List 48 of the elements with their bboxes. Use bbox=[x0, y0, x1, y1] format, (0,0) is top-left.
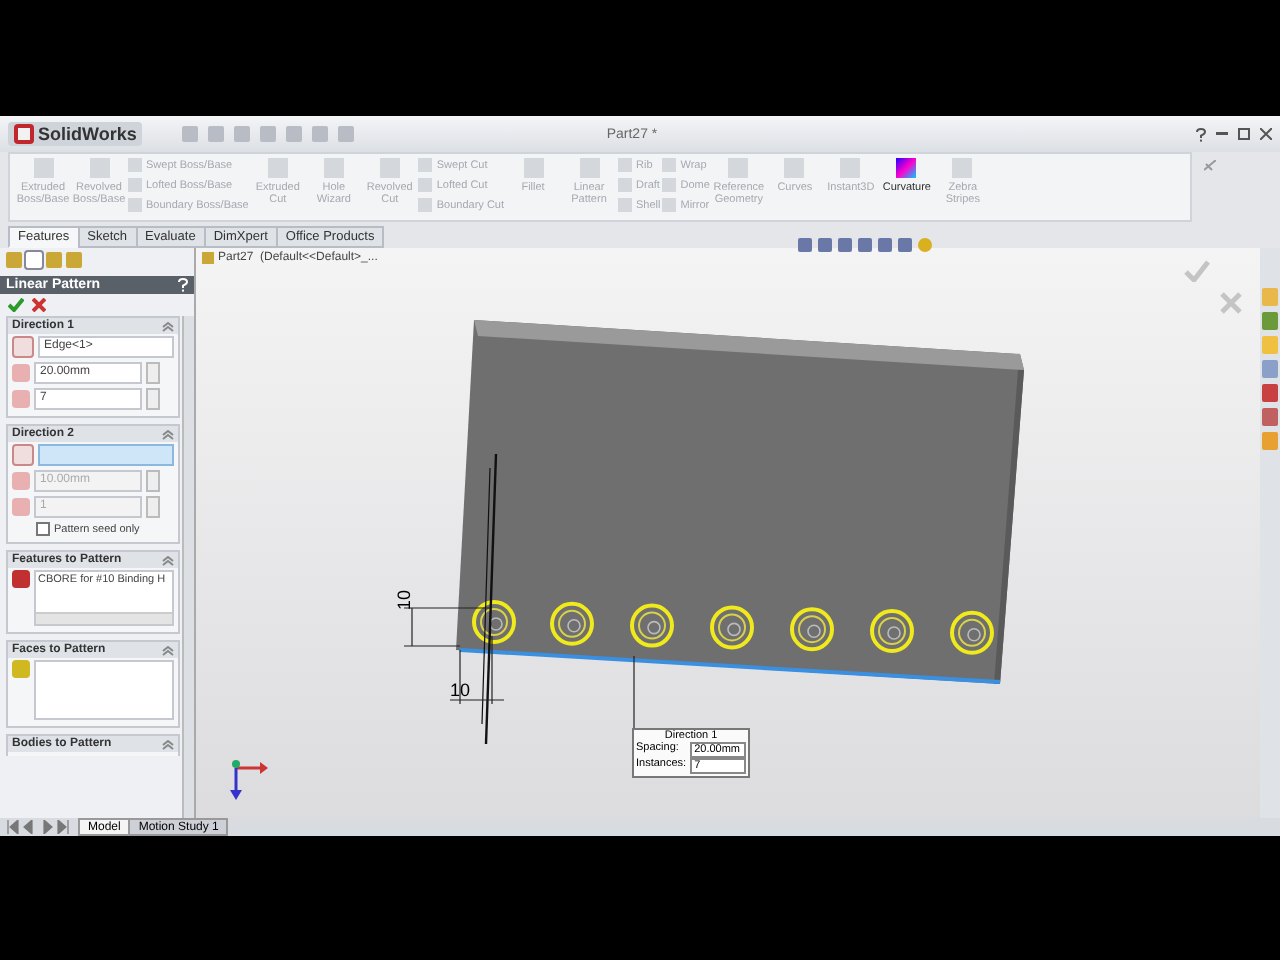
hole-drawing bbox=[630, 603, 674, 648]
scrollbar[interactable] bbox=[182, 316, 194, 818]
spinner-icon[interactable] bbox=[146, 362, 160, 384]
close-icon[interactable] bbox=[1260, 128, 1272, 140]
hole-drawing bbox=[950, 610, 994, 655]
panel-tab[interactable] bbox=[6, 252, 22, 268]
cube-icon bbox=[12, 660, 30, 678]
face-list[interactable] bbox=[34, 660, 174, 720]
pin-icon[interactable] bbox=[1204, 160, 1216, 172]
help-icon[interactable] bbox=[1196, 127, 1206, 141]
triad-icon bbox=[230, 760, 268, 800]
app-name: SolidWorks bbox=[38, 124, 137, 144]
minimize-icon[interactable] bbox=[1216, 132, 1228, 136]
spinner-icon[interactable] bbox=[146, 496, 160, 518]
panel-tab[interactable] bbox=[26, 252, 42, 268]
collapse-icon[interactable] bbox=[162, 321, 174, 331]
collapse-icon[interactable] bbox=[162, 429, 174, 439]
panel-tab[interactable] bbox=[66, 252, 82, 268]
hole-drawing bbox=[472, 600, 516, 644]
spinner-icon[interactable] bbox=[146, 388, 160, 410]
hole-drawing bbox=[710, 605, 754, 650]
spinner-icon[interactable] bbox=[146, 470, 160, 492]
reverse-direction-icon[interactable] bbox=[12, 444, 34, 466]
checkbox[interactable] bbox=[36, 522, 50, 536]
scrollbar[interactable] bbox=[36, 612, 172, 624]
spacing-icon bbox=[12, 364, 30, 382]
collapse-icon[interactable] bbox=[162, 645, 174, 655]
hole-drawing bbox=[790, 607, 834, 652]
logo-icon bbox=[14, 124, 34, 144]
hole-drawing bbox=[550, 601, 594, 646]
feature-icon bbox=[12, 570, 30, 588]
collapse-icon[interactable] bbox=[162, 555, 174, 565]
view-toolbar[interactable] bbox=[796, 236, 934, 254]
instances-icon bbox=[12, 390, 30, 408]
spacing-icon bbox=[12, 472, 30, 490]
maximize-icon[interactable] bbox=[1238, 128, 1250, 140]
tab-scroll-icon[interactable] bbox=[6, 820, 70, 834]
reverse-direction-icon[interactable] bbox=[12, 336, 34, 358]
instances-icon bbox=[12, 498, 30, 516]
collapse-icon[interactable] bbox=[162, 739, 174, 749]
dimension-label: 10 bbox=[394, 589, 414, 610]
cancel-icon[interactable] bbox=[32, 298, 46, 312]
ok-icon[interactable] bbox=[8, 298, 24, 312]
dimension-label: 10 bbox=[450, 680, 471, 700]
hole-drawing bbox=[870, 609, 914, 653]
check-icon[interactable] bbox=[1184, 260, 1210, 282]
part-icon bbox=[202, 252, 214, 264]
panel-tab[interactable] bbox=[46, 252, 62, 268]
